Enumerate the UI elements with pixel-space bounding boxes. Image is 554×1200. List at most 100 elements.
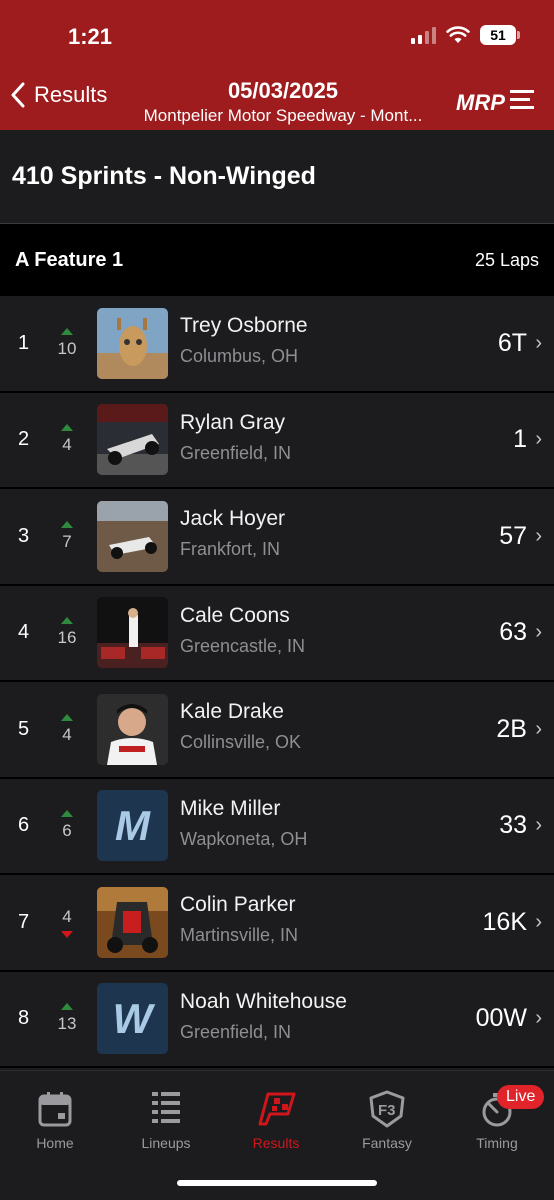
driver-hometown: Frankfort, IN — [180, 539, 281, 559]
car-number: 1 — [513, 425, 527, 454]
status-time: 1:21 — [68, 24, 113, 49]
position-change: 4 — [52, 424, 82, 455]
finish-position: 2 — [18, 428, 30, 451]
position-change: 4 — [52, 907, 82, 938]
driver-info: Trey Osborne Columbus, OH — [180, 314, 308, 367]
arrow-up-icon — [61, 810, 73, 818]
result-row[interactable]: 7 4 Colin Parker Martinsville, IN 16K › — [0, 875, 554, 972]
results-list: 1 10 Trey Osborne Columbus, OH 6T › 2 4 … — [0, 296, 554, 1068]
position-change: 6 — [52, 810, 82, 841]
driver-hometown: Martinsville, IN — [180, 925, 299, 945]
result-row[interactable]: 3 7 Jack Hoyer Frankfort, IN 57 › — [0, 489, 554, 586]
tab-label: Results — [252, 1135, 300, 1151]
result-row[interactable]: 2 4 Rylan Gray Greenfield, IN 1 › — [0, 392, 554, 489]
driver-name: Cale Coons — [180, 603, 290, 627]
driver-info: Colin Parker Martinsville, IN — [180, 893, 298, 946]
driver-hometown: Greencastle, IN — [180, 635, 306, 656]
driver-hometown: Collinsville, OK — [180, 732, 302, 752]
driver-name: Colin Parker — [180, 893, 296, 916]
tab-fantasy[interactable]: F3 Fantasy — [342, 1089, 432, 1151]
svg-text:F3: F3 — [378, 1102, 396, 1119]
driver-photo — [97, 886, 168, 958]
tab-results[interactable]: Results — [231, 1089, 321, 1151]
driver-name: Noah Whitehouse — [180, 989, 347, 1013]
chevron-right-icon: › — [535, 814, 542, 837]
result-row[interactable]: 5 4 Kale Drake Collinsville, OK 2B › — [0, 682, 554, 779]
home-indicator — [177, 1180, 377, 1186]
class-title: 410 Sprints - Non-Winged — [0, 130, 554, 224]
driver-name: Rylan Gray — [180, 410, 286, 434]
tab-label: Home — [36, 1135, 74, 1151]
car-number: 16K — [482, 907, 527, 936]
chevron-right-icon: › — [535, 331, 542, 354]
driver-hometown: Columbus, OH — [180, 346, 299, 366]
car-number: 6T — [497, 328, 527, 357]
result-row[interactable]: 1 10 Trey Osborne Columbus, OH 6T › — [0, 296, 554, 393]
position-change: 4 — [52, 713, 82, 745]
car-number: 63 — [499, 618, 527, 647]
arrow-down-icon — [61, 930, 73, 938]
driver-hometown: Wapkoneta, OH — [180, 828, 308, 849]
result-row[interactable]: 6 6 M Mike Miller Wapkoneta, OH 33 › — [0, 778, 554, 875]
driver-info: Kale Drake Collinsville, OK — [180, 700, 301, 753]
finish-position: 4 — [18, 621, 30, 644]
finish-position: 7 — [18, 910, 30, 933]
result-row[interactable]: 4 16 Cale Coons Greencastle, IN 63 › — [0, 585, 554, 682]
car-number: 2B — [496, 714, 527, 743]
driver-photo — [97, 404, 168, 476]
driver-photo — [97, 597, 168, 669]
live-badge: Live — [497, 1085, 545, 1109]
chevron-right-icon: › — [535, 621, 542, 644]
driver-info: Mike Miller Wapkoneta, OH — [180, 797, 307, 850]
wifi-icon — [446, 26, 470, 43]
result-row[interactable]: 8 13 W Noah Whitehouse Greenfield, IN 00… — [0, 971, 554, 1068]
position-change: 10 — [52, 327, 82, 359]
driver-initial-avatar: M — [97, 790, 168, 862]
svg-text:MRP: MRP — [456, 90, 505, 115]
driver-photo — [97, 307, 168, 379]
driver-initial-avatar: W — [97, 983, 168, 1055]
car-number: 00W — [475, 1004, 527, 1033]
chevron-right-icon: › — [535, 1007, 542, 1030]
finish-position: 1 — [18, 331, 30, 354]
tab-home[interactable]: Home — [10, 1089, 100, 1151]
position-change: 7 — [52, 520, 82, 552]
arrow-up-icon — [61, 424, 73, 432]
position-change: 16 — [52, 617, 82, 648]
event-track: Montpelier Motor Speedway - Mont... — [143, 106, 423, 125]
driver-name: Trey Osborne — [180, 314, 308, 337]
driver-photo — [97, 693, 168, 765]
back-button[interactable]: Results — [10, 82, 107, 108]
chevron-right-icon: › — [535, 910, 542, 933]
tab-label: Timing — [476, 1135, 518, 1151]
tab-lineups[interactable]: Lineups — [121, 1089, 211, 1151]
event-date: 05/03/2025 — [227, 78, 339, 103]
feature-header: A Feature 1 25 Laps — [0, 224, 554, 296]
driver-name: Mike Miller — [180, 796, 281, 820]
car-number: 33 — [499, 811, 527, 840]
status-icons: 51 — [411, 25, 520, 45]
finish-position: 6 — [18, 814, 30, 837]
feature-laps: 25 Laps — [474, 249, 539, 270]
finish-position: 8 — [18, 1007, 30, 1030]
tab-label: Lineups — [141, 1135, 191, 1151]
nav-title: 05/03/2025 Montpelier Motor Speedway - M… — [120, 78, 446, 126]
car-number: 57 — [499, 521, 527, 550]
arrow-up-icon — [61, 713, 73, 721]
arrow-up-icon — [61, 617, 73, 625]
chevron-right-icon: › — [535, 428, 542, 451]
app-header: 1:21 51 Results 05/03/2025 Montpelier Mo… — [0, 0, 554, 130]
battery-icon: 51 — [480, 25, 520, 45]
cellular-signal-icon — [411, 26, 436, 44]
driver-info: Jack Hoyer Frankfort, IN — [180, 507, 285, 560]
chevron-right-icon: › — [535, 524, 542, 547]
driver-info: Cale Coons Greencastle, IN — [180, 604, 305, 657]
chevron-left-icon — [11, 82, 25, 108]
mrp-logo: MRP — [456, 90, 534, 115]
finish-position: 3 — [18, 524, 30, 547]
calendar-icon — [38, 1092, 72, 1127]
driver-info: Rylan Gray Greenfield, IN — [180, 411, 291, 464]
driver-info: Noah Whitehouse Greenfield, IN — [180, 990, 347, 1043]
driver-hometown: Greenfield, IN — [180, 442, 292, 463]
driver-name: Jack Hoyer — [180, 507, 286, 530]
